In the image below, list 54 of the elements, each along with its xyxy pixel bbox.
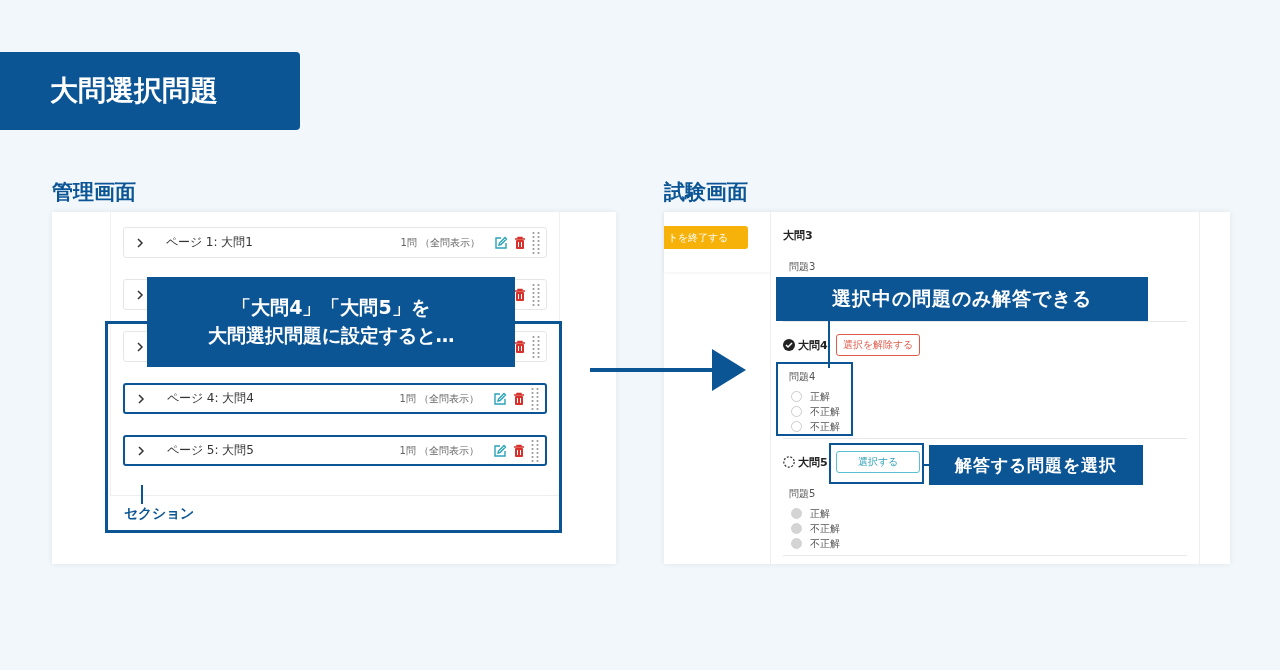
question-count: 1問 （全問表示）: [400, 235, 480, 250]
chevron-icon[interactable]: [138, 393, 145, 404]
callout-tooltip: 解答する問題を選択: [929, 445, 1143, 485]
radio-button[interactable]: [791, 391, 802, 402]
chevron-icon[interactable]: [137, 237, 144, 248]
question-count: 1問 （全問表示）: [399, 391, 479, 406]
edit-icon[interactable]: [493, 391, 507, 406]
delete-icon[interactable]: [514, 287, 526, 302]
callout-tooltip: 選択中の問題のみ解答できる: [776, 277, 1148, 321]
delete-icon[interactable]: [514, 339, 526, 354]
drag-handle-icon[interactable]: [531, 438, 539, 463]
option-label: 正解: [810, 506, 830, 521]
page-row[interactable]: ページ 1: 大問1 1問 （全問表示）: [123, 227, 547, 258]
callout-text: 大問選択問題に設定すると…: [207, 323, 455, 348]
option-label: 不正解: [810, 419, 840, 434]
option-label: 不正解: [810, 404, 840, 419]
page-label: ページ 5: 大問5: [167, 442, 254, 459]
chevron-icon[interactable]: [138, 445, 145, 456]
edit-icon[interactable]: [493, 443, 507, 458]
page-label: ページ 4: 大問4: [167, 390, 254, 407]
page-label: ページ 1: 大問1: [166, 234, 253, 251]
option-label: 不正解: [810, 536, 840, 551]
section-heading: 管理画面: [52, 179, 137, 206]
drag-handle-icon[interactable]: [532, 230, 540, 255]
section-title: 大問3: [783, 227, 813, 243]
page-row[interactable]: ページ 4: 大問4 1問 （全問表示）: [123, 383, 547, 414]
title-banner: 大問選択問題: [0, 52, 300, 130]
option-label: 不正解: [810, 521, 840, 536]
edit-icon[interactable]: [494, 235, 508, 250]
drag-handle-icon[interactable]: [532, 334, 540, 359]
leader-line: [828, 321, 830, 368]
page-row[interactable]: ページ 5: 大問5 1問 （全問表示）: [123, 435, 547, 466]
leader-line: [141, 485, 143, 504]
section-title: 大問4: [798, 337, 828, 353]
question-label: 問題5: [789, 487, 817, 501]
drag-handle-icon[interactable]: [532, 282, 540, 307]
select-button[interactable]: 選択を解除する: [835, 334, 920, 356]
delete-icon[interactable]: [513, 443, 525, 458]
question-count: 1問 （全問表示）: [399, 443, 479, 458]
drag-handle-icon[interactable]: [531, 386, 539, 411]
question-label: 問題4: [789, 370, 817, 384]
chevron-icon[interactable]: [137, 341, 144, 352]
callout-text: 「大問4」「大問5」を: [232, 295, 430, 321]
section-title: 大問5: [798, 454, 828, 470]
delete-icon[interactable]: [513, 391, 525, 406]
option-label: 正解: [810, 389, 830, 404]
delete-icon[interactable]: [514, 235, 526, 250]
radio-button[interactable]: [791, 406, 802, 417]
section-label: セクション: [124, 505, 194, 523]
radio-button[interactable]: [791, 421, 802, 432]
chevron-icon[interactable]: [137, 289, 144, 300]
question-label: 問題3: [789, 260, 817, 274]
section-heading: 試験画面: [664, 179, 749, 206]
arrow-icon: [590, 348, 746, 392]
